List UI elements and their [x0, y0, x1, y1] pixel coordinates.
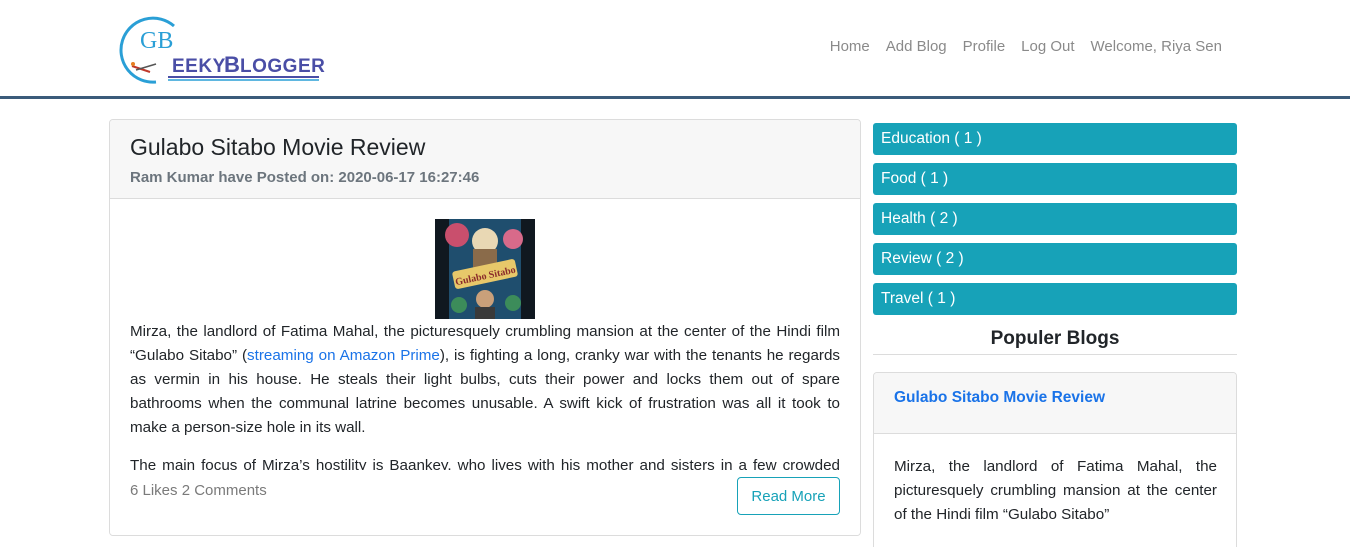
navbar: GB EEKY B LOGGER Home Add Blog Profile L…	[0, 0, 1350, 96]
nav-home[interactable]: Home	[830, 38, 870, 55]
svg-text:EEKY: EEKY	[172, 56, 226, 77]
category-review[interactable]: Review ( 2 )	[873, 243, 1237, 275]
nav-add-blog[interactable]: Add Blog	[886, 38, 947, 55]
category-travel[interactable]: Travel ( 1 )	[873, 283, 1237, 315]
streaming-link[interactable]: streaming on Amazon Prime	[247, 347, 440, 364]
popular-blog-title-link[interactable]: Gulabo Sitabo Movie Review	[894, 389, 1105, 407]
post-poster-image: Gulabo Sitabo	[435, 219, 535, 319]
svg-text:B: B	[224, 52, 240, 77]
post-stats: 6 Likes 2 Comments	[130, 482, 267, 499]
category-food[interactable]: Food ( 1 )	[873, 163, 1237, 195]
nav-log-out[interactable]: Log Out	[1021, 38, 1074, 55]
popular-blog-header: Gulabo Sitabo Movie Review	[874, 373, 1236, 434]
category-health[interactable]: Health ( 2 )	[873, 203, 1237, 235]
post-paragraph: Mirza, the landlord of Fatima Mahal, the…	[130, 323, 840, 436]
read-more-button[interactable]: Read More	[737, 477, 840, 515]
nav-welcome-user[interactable]: Welcome, Riya Sen	[1091, 38, 1222, 55]
post-meta: Ram Kumar have Posted on: 2020-06-17 16:…	[130, 169, 480, 186]
category-education[interactable]: Education ( 1 )	[873, 123, 1237, 155]
navbar-divider	[0, 96, 1350, 99]
post-body: Mirza, the landlord of Fatima Mahal, the…	[130, 320, 840, 470]
post-card: Gulabo Sitabo Movie Review Ram Kumar hav…	[109, 119, 861, 536]
nav-profile[interactable]: Profile	[963, 38, 1006, 55]
popular-divider	[873, 354, 1237, 355]
popular-blog-card: Gulabo Sitabo Movie Review Mirza, the la…	[873, 372, 1237, 547]
post-card-footer: 6 Likes 2 Comments Read More	[110, 472, 860, 535]
popular-blog-excerpt: Mirza, the landlord of Fatima Mahal, the…	[894, 458, 1217, 523]
popular-blogs-heading: Populer Blogs	[990, 328, 1120, 349]
logo-icon: GB EEKY B LOGGER	[119, 16, 325, 84]
post-title: Gulabo Sitabo Movie Review	[130, 134, 426, 160]
svg-text:GB: GB	[140, 28, 173, 54]
site-logo[interactable]: GB EEKY B LOGGER	[116, 12, 326, 84]
svg-text:LOGGER: LOGGER	[240, 56, 325, 77]
post-paragraph: The main focus of Mirza’s hostility is B…	[130, 457, 840, 470]
movie-poster-icon: Gulabo Sitabo	[435, 219, 535, 319]
category-sidebar: Education ( 1 ) Food ( 1 ) Health ( 2 ) …	[873, 123, 1237, 323]
nav-links: Home Add Blog Profile Log Out Welcome, R…	[814, 38, 1222, 55]
post-card-header: Gulabo Sitabo Movie Review Ram Kumar hav…	[110, 120, 860, 199]
